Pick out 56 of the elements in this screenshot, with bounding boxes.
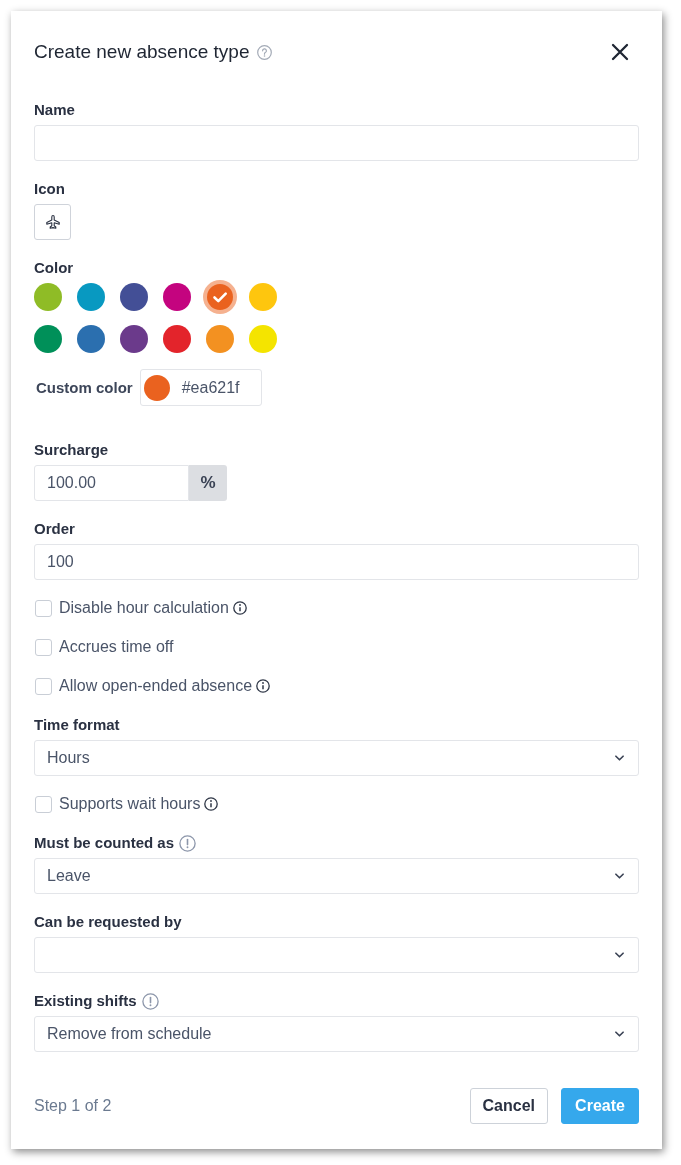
text-field[interactable]: 100: [34, 544, 639, 580]
color-swatch-icon[interactable]: [249, 283, 277, 311]
field-label: Surcharge: [34, 440, 109, 460]
checkbox-label: Supports wait hours: [59, 794, 201, 814]
select-field[interactable]: Hours: [34, 740, 639, 776]
color-swatch-icon[interactable]: [34, 283, 62, 311]
color-swatch-icon[interactable]: [77, 325, 105, 353]
checkbox[interactable]: [35, 638, 52, 656]
info-icon[interactable]: [256, 679, 271, 693]
field-label: Existing shifts: [34, 991, 137, 1011]
color-swatch-icon[interactable]: [249, 325, 277, 353]
text-field[interactable]: 100.00: [34, 465, 189, 501]
field-label: Name: [34, 100, 75, 120]
color-swatch-icon[interactable]: [163, 325, 191, 353]
color-swatch-icon[interactable]: [206, 325, 234, 353]
close-icon: [611, 43, 629, 61]
alert-icon[interactable]: [141, 992, 159, 1010]
custom-color-field[interactable]: #ea621f: [139, 369, 262, 406]
help-icon[interactable]: [257, 44, 273, 60]
cancel-button[interactable]: Cancel: [469, 1088, 548, 1124]
airplane-icon: [44, 214, 61, 230]
color-swatch-icon[interactable]: [34, 325, 62, 353]
color-swatch-icon[interactable]: [203, 280, 237, 314]
step-indicator: Step 1 of 2: [34, 1097, 112, 1115]
select-field[interactable]: Remove from schedule: [34, 1016, 639, 1052]
chevron-down-icon: [615, 952, 624, 958]
chevron-down-icon: [615, 873, 624, 879]
icon-picker-button[interactable]: [34, 204, 71, 240]
select-field[interactable]: Leave: [34, 858, 639, 894]
color-swatch-icon[interactable]: [77, 283, 105, 311]
color-swatch-icon[interactable]: [163, 283, 191, 311]
close-button[interactable]: [611, 43, 629, 61]
text-field[interactable]: [34, 125, 639, 161]
checkbox[interactable]: [35, 795, 52, 813]
checkbox[interactable]: [35, 677, 52, 695]
field-label: Color: [34, 258, 74, 278]
field-label: Can be requested by: [34, 912, 182, 932]
checkbox-label: Accrues time off: [59, 637, 174, 657]
chevron-down-icon: [615, 1031, 624, 1037]
field-label: Must be counted as: [34, 833, 175, 853]
color-swatch-icon[interactable]: [120, 325, 148, 353]
info-icon[interactable]: [232, 601, 247, 615]
chevron-down-icon: [615, 755, 624, 761]
field-label: Icon: [34, 179, 65, 199]
info-icon[interactable]: [204, 797, 219, 811]
alert-icon[interactable]: [179, 834, 197, 852]
field-label: Order: [34, 519, 75, 539]
select-field[interactable]: [34, 937, 639, 973]
checkbox[interactable]: [35, 599, 52, 617]
checkbox-label: Disable hour calculation: [59, 598, 229, 618]
checkbox-label: Allow open-ended absence: [59, 676, 253, 696]
color-swatch-icon[interactable]: [120, 283, 148, 311]
unit-addon: %: [189, 465, 227, 501]
field-label: Time format: [34, 715, 120, 735]
field-label: Custom color: [36, 379, 133, 396]
dialog-title: Create new absence type: [34, 41, 250, 63]
